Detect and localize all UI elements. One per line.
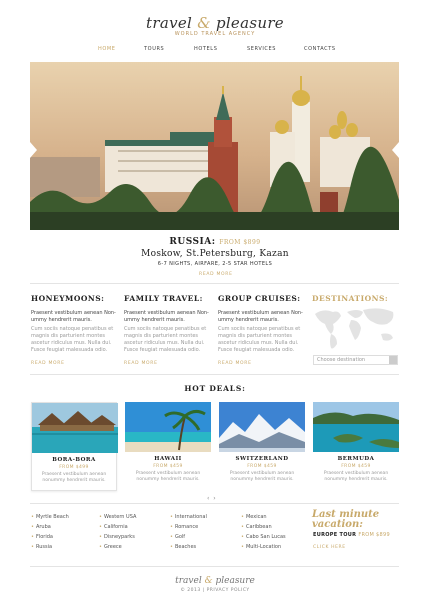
footer-link[interactable]: • Cabo San Lucas: [241, 534, 286, 540]
family-travel-lead: Praesent vestibulum aenean Non-ummy hend…: [124, 310, 209, 323]
deal-name: BERMUDA: [337, 456, 375, 462]
divider: [30, 566, 399, 567]
group-cruises-body: Cum sociis natoque penatibus et magnis d…: [218, 326, 301, 353]
deal-desc: Praesent vestibulum aenean nonummy hendr…: [41, 472, 107, 483]
site-tagline: WORLD TRAVEL AGENCY: [174, 31, 256, 37]
destinations-title: DESTINATIONS:: [312, 294, 389, 303]
slide-details: 6-7 NIGHTS, AIRFARE, 2-5 STAR HOTELS: [157, 261, 273, 267]
slide-title: RUSSIA: FROM $899: [0, 237, 430, 247]
nav-item-home[interactable]: HOME: [98, 46, 116, 52]
honeymoons-title: HONEYMOONS:: [31, 294, 105, 303]
deal-name: HAWAII: [154, 456, 182, 462]
destination-search-button[interactable]: [389, 356, 397, 364]
bora-bora-photo: [32, 403, 118, 453]
footer-link[interactable]: • Mexican: [241, 514, 267, 520]
deal-card-bermuda[interactable]: BERMUDA FROM $459 Praesent vestibulum ae…: [313, 402, 399, 491]
footer-link[interactable]: • Disneyparks: [99, 534, 135, 540]
footer-link[interactable]: • Beaches: [170, 544, 196, 550]
logo-word-pleasure: pleasure: [215, 14, 284, 32]
deals-carousel-controls[interactable]: ‹ ›: [207, 495, 216, 502]
divider: [30, 283, 399, 284]
nav-item-tours[interactable]: TOURS: [144, 46, 164, 52]
slide-read-more-link[interactable]: READ MORE: [199, 272, 233, 277]
destination-search-input[interactable]: Choose destination: [313, 355, 398, 365]
footer-link[interactable]: • Greece: [99, 544, 122, 550]
nav-item-contacts[interactable]: CONTACTS: [304, 46, 336, 52]
footer-link[interactable]: • International: [170, 514, 207, 520]
slide-price: FROM $899: [219, 239, 261, 246]
divider: [30, 374, 399, 375]
honeymoons-lead: Praesent vestibulum aenean Non-ummy hend…: [31, 310, 116, 323]
hot-deals-title: HOT DEALS:: [184, 384, 246, 393]
footer-logo[interactable]: travel & pleasure: [0, 576, 430, 586]
slide-country: RUSSIA:: [169, 237, 216, 247]
deal-name: SWITZERLAND: [235, 456, 289, 462]
deal-price: FROM $499: [59, 465, 89, 470]
deal-card-bora-bora[interactable]: BORA-BORA FROM $499 Praesent vestibulum …: [31, 402, 118, 491]
family-travel-body: Cum sociis natoque penatibus et magnis d…: [124, 326, 207, 353]
last-minute-title: Last minute vacation:: [312, 509, 380, 530]
deal-card-hawaii[interactable]: HAWAII FROM $459 Praesent vestibulum aen…: [125, 402, 211, 491]
last-minute-subtitle: EUROPE TOUR FROM $899: [313, 532, 390, 538]
hawaii-photo: [125, 402, 211, 452]
main-nav: HOME TOURS HOTELS SERVICES CONTACTS: [0, 46, 430, 56]
family-travel-title: FAMILY TRAVEL:: [124, 294, 203, 303]
footer-link[interactable]: • Aruba: [31, 524, 51, 530]
deal-name: BORA-BORA: [52, 457, 96, 463]
hero-slider-image[interactable]: [30, 62, 399, 230]
group-cruises-read-more-link[interactable]: READ MORE: [218, 361, 252, 366]
deal-desc: Praesent vestibulum aenean nonummy hendr…: [135, 471, 201, 482]
footer-link[interactable]: • Romance: [170, 524, 198, 530]
group-cruises-lead: Praesent vestibulum aenean Non-ummy hend…: [218, 310, 303, 323]
bermuda-photo: [313, 402, 399, 452]
divider: [30, 503, 399, 504]
nav-item-hotels[interactable]: HOTELS: [194, 46, 217, 52]
honeymoons-read-more-link[interactable]: READ MORE: [31, 361, 65, 366]
copyright-text[interactable]: © 2013 | PRIVACY POLICY: [0, 588, 430, 593]
deal-price: FROM $459: [341, 464, 371, 469]
footer-link[interactable]: • Russia: [31, 544, 52, 550]
nav-item-services[interactable]: SERVICES: [247, 46, 276, 52]
kremlin-photo: [30, 62, 399, 230]
honeymoons-body: Cum sociis natoque penatibus et magnis d…: [31, 326, 114, 353]
site-logo[interactable]: travel & pleasure: [0, 14, 430, 32]
slide-cities: Moskow, St.Petersburg, Kazan: [141, 249, 289, 259]
switzerland-photo: [219, 402, 305, 452]
footer-link[interactable]: • Florida: [31, 534, 53, 540]
logo-ampersand: &: [197, 14, 211, 32]
footer-link[interactable]: • Myrtle Beach: [31, 514, 69, 520]
footer-link[interactable]: • California: [99, 524, 128, 530]
deal-desc: Praesent vestibulum aenean nonummy hendr…: [323, 471, 389, 482]
family-travel-read-more-link[interactable]: READ MORE: [124, 361, 158, 366]
deal-card-switzerland[interactable]: SWITZERLAND FROM $459 Praesent vestibulu…: [219, 402, 305, 491]
group-cruises-title: GROUP CRUISES:: [218, 294, 301, 303]
footer-link[interactable]: • Multi-Location: [241, 544, 281, 550]
deal-price: FROM $459: [247, 464, 277, 469]
world-map-icon[interactable]: [311, 304, 399, 352]
deal-desc: Praesent vestibulum aenean nonummy hendr…: [229, 471, 295, 482]
deal-price: FROM $459: [153, 464, 183, 469]
last-minute-click-here-link[interactable]: CLICK HERE: [313, 545, 346, 550]
logo-word-travel: travel: [146, 14, 193, 32]
footer-link[interactable]: • Western USA: [99, 514, 136, 520]
slider-prev-arrow[interactable]: [30, 142, 37, 158]
footer-link[interactable]: • Golf: [170, 534, 185, 540]
footer-link[interactable]: • Caribbean: [241, 524, 272, 530]
slider-next-arrow[interactable]: [392, 142, 399, 158]
